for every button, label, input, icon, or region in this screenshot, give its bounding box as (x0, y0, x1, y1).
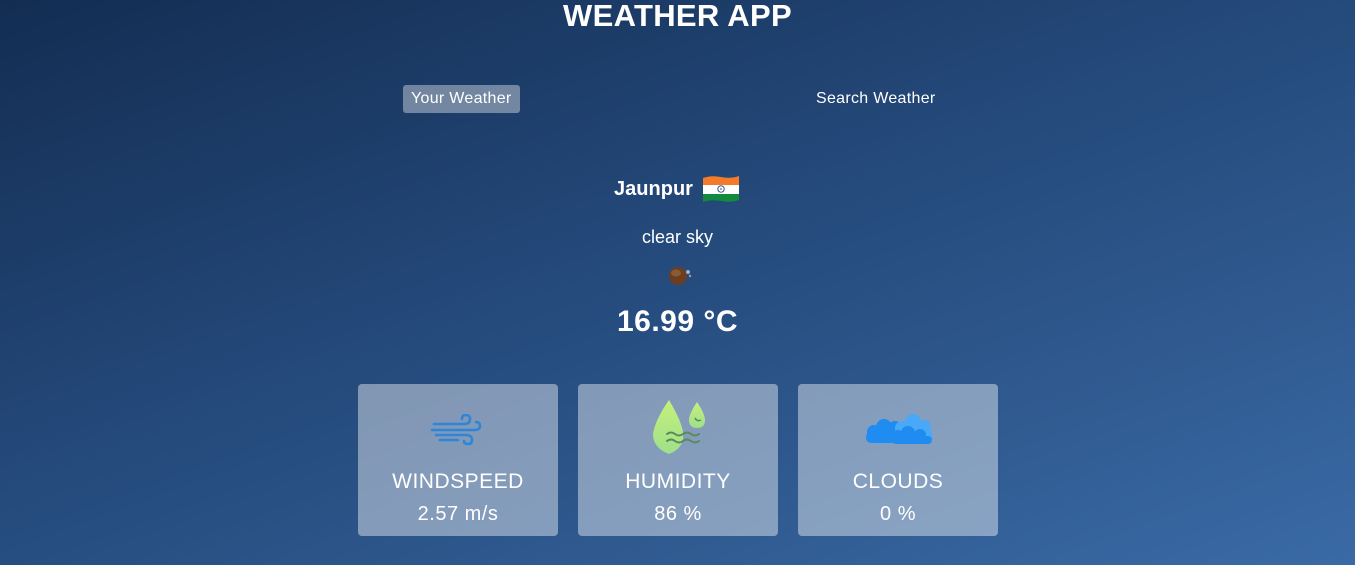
clouds-icon (866, 414, 932, 444)
wind-icon (430, 414, 482, 446)
temperature: 16.99 °C (616, 305, 739, 338)
tab-search-weather[interactable]: Search Weather (808, 85, 944, 113)
weather-description: clear sky (641, 227, 713, 247)
windspeed-card: WINDSPEED 2.57 m/s (358, 384, 558, 536)
windspeed-value: 2.57 m/s (417, 503, 499, 525)
humidity-value: 86 % (654, 503, 702, 525)
tab-your-weather[interactable]: Your Weather (403, 85, 520, 113)
humidity-card: HUMIDITY 86 % (578, 384, 778, 536)
clouds-title: CLOUDS (852, 470, 944, 493)
windspeed-title: WINDSPEED (392, 470, 524, 493)
humidity-icon (653, 400, 705, 454)
humidity-title: HUMIDITY (625, 470, 731, 493)
clouds-value: 0 % (880, 503, 916, 525)
clouds-card: CLOUDS 0 % (798, 384, 998, 536)
app-title: WEATHER APP (563, 0, 792, 33)
city-name: Jaunpur (614, 177, 693, 200)
location-header: Jaunpur (0, 172, 1355, 206)
india-flag-icon (702, 176, 739, 202)
clear-sky-night-icon (669, 267, 692, 285)
